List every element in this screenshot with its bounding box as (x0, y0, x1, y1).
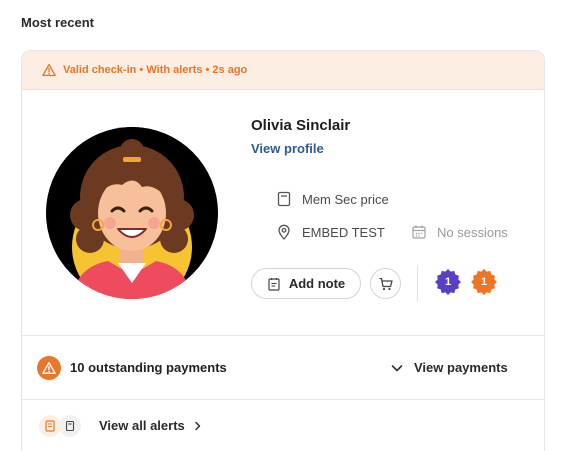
sessions-text: No sessions (437, 224, 508, 240)
note-icon (268, 277, 280, 291)
view-all-alerts-button[interactable]: View all alerts (99, 418, 203, 433)
alert-badge-purple[interactable]: 1 (434, 268, 462, 296)
view-all-alerts-label: View all alerts (99, 418, 185, 433)
member-name: Olivia Sinclair (251, 117, 351, 134)
badge-count: 1 (444, 276, 452, 288)
location-pin-icon (278, 224, 290, 240)
membership-card-icon (277, 191, 291, 207)
add-note-button[interactable]: Add note (251, 268, 361, 299)
location-text: EMBED TEST (302, 224, 385, 240)
avatar[interactable] (46, 127, 218, 299)
section-title: Most recent (21, 15, 94, 30)
checkin-card: Valid check-in • With alerts • 2s ago Ol… (21, 50, 545, 451)
cart-icon (379, 277, 393, 290)
alerts-row: View all alerts (22, 399, 544, 451)
avatar-illustration (46, 127, 218, 299)
add-note-label: Add note (288, 276, 346, 291)
membership-info: Mem Sec price (276, 191, 389, 207)
view-profile-link[interactable]: View profile (251, 141, 324, 156)
warning-icon (42, 63, 56, 77)
membership-alert-icon (59, 414, 81, 437)
chevron-right-icon (195, 421, 201, 430)
alert-badge-orange[interactable]: 1 (470, 268, 498, 296)
alert-icons-group (39, 414, 81, 437)
checkin-status-text: Valid check-in • With alerts • 2s ago (63, 64, 248, 76)
outstanding-payments-text: 10 outstanding payments (70, 360, 227, 375)
checkin-status-banner: Valid check-in • With alerts • 2s ago (22, 51, 544, 90)
payment-alert-icon (39, 414, 61, 437)
badge-count: 1 (480, 276, 488, 288)
calendar-icon (412, 225, 426, 239)
payment-warning-icon (37, 355, 61, 380)
location-info: EMBED TEST (276, 224, 385, 240)
sessions-info: No sessions (411, 224, 508, 240)
cart-button[interactable] (370, 268, 401, 299)
chevron-down-icon (391, 364, 403, 371)
view-payments-button[interactable]: View payments (390, 360, 508, 375)
membership-text: Mem Sec price (302, 191, 389, 207)
view-payments-label: View payments (414, 360, 508, 375)
payments-row: 10 outstanding payments View payments (22, 335, 544, 399)
action-divider (417, 265, 418, 301)
